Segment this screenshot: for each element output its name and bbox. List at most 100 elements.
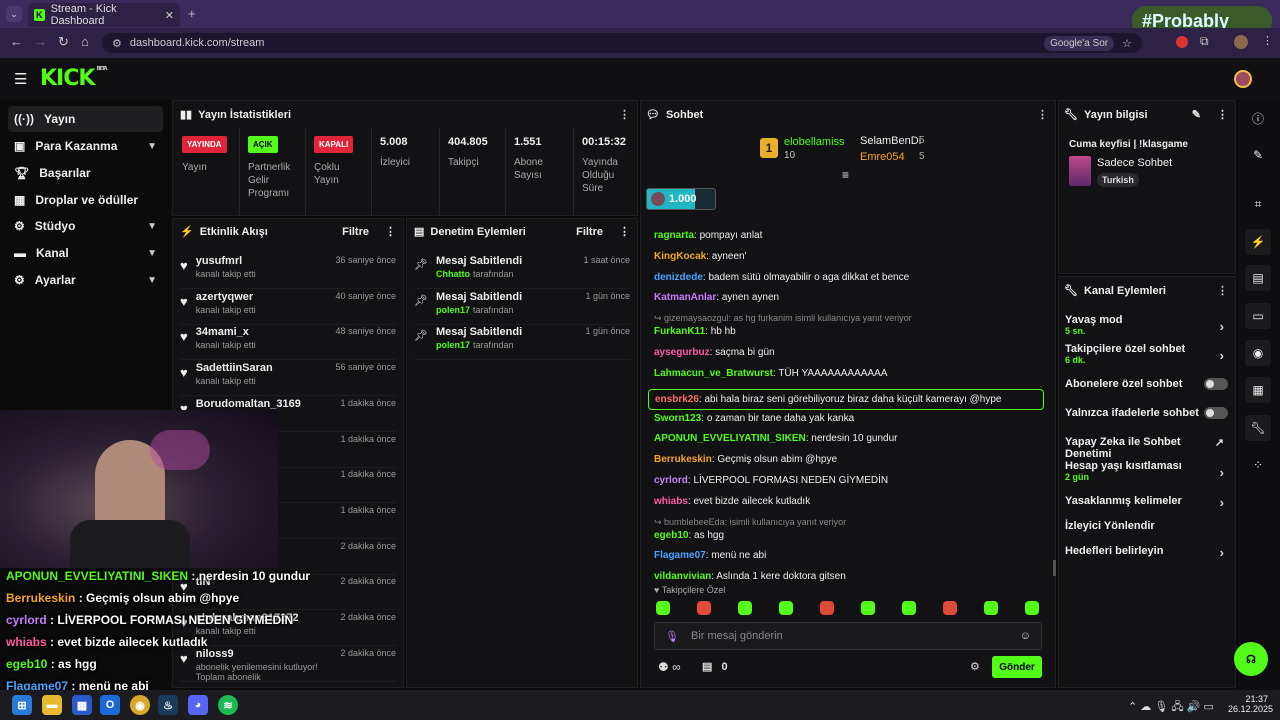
chat-username[interactable]: vildanvivian (654, 571, 711, 582)
mod-user[interactable]: polen17 (436, 340, 470, 350)
chat-username[interactable]: whiabs (654, 496, 688, 507)
bookmark-star-icon[interactable]: ☆ (1122, 37, 1132, 50)
store-icon[interactable]: ▦ (72, 695, 92, 715)
stream-info-menu-icon[interactable]: ⋮ (1217, 108, 1228, 121)
browser-menu-icon[interactable]: ⋮ (1262, 34, 1273, 47)
stats-menu-icon[interactable]: ⋮ (619, 108, 630, 121)
chat-username[interactable]: aysegurbuz (654, 347, 710, 358)
event-user[interactable]: Borudomaltan_3169 (196, 398, 333, 410)
ask-google-button[interactable]: Google'a Sor (1044, 35, 1115, 51)
channel-action-item[interactable]: Yalnızca ifadelerle sohbet (1065, 407, 1230, 419)
spotify-icon[interactable]: ≋ (218, 695, 238, 715)
channel-action-item[interactable]: Abonelere özel sohbet (1065, 378, 1230, 390)
chat-username[interactable]: APONUN_EVVELIYATINI_SIKEN (654, 433, 806, 444)
sidebar-item-basarilar[interactable]: 🏆︎ Başarılar (8, 160, 163, 186)
reload-icon[interactable]: ↻ (58, 34, 69, 50)
pencil-icon[interactable]: ✎ (1245, 142, 1271, 168)
home-icon[interactable]: ⌂ (81, 34, 89, 49)
event-user[interactable]: SadettiinSaran (196, 362, 328, 374)
lightning-icon[interactable]: ⚡ (1245, 229, 1271, 255)
channel-action-item[interactable]: Hesap yaşı kısıtlaması 2 gün › (1065, 460, 1230, 482)
widgets-icon[interactable]: ⁘ (1245, 452, 1271, 478)
address-bar[interactable]: ⚙ dashboard.kick.com/stream Google'a Sor… (102, 33, 1142, 53)
extensions-puzzle-icon[interactable]: ⧉ (1200, 34, 1209, 49)
sidebar-item-para-kazanma[interactable]: ▣ Para Kazanma ▼ (8, 133, 163, 159)
chat-settings-icon[interactable]: ⚙ (970, 660, 980, 673)
back-icon[interactable]: ← (10, 34, 23, 49)
filter-button[interactable]: Filtre (342, 226, 369, 238)
chat-username[interactable]: cyrlord (654, 475, 688, 486)
chat-input[interactable]: 🎙︎ Bir mesaj gönderin ☺ (654, 622, 1042, 650)
emote-icon[interactable] (738, 601, 752, 615)
store-counter[interactable]: ▤ 0 (702, 660, 728, 673)
chat-username[interactable]: FurkanK11 (654, 326, 705, 337)
discord-icon[interactable]: ◕ (188, 695, 208, 715)
channel-actions-menu-icon[interactable]: ⋮ (1217, 284, 1228, 297)
chat-menu-icon[interactable]: ⋮ (1037, 108, 1048, 121)
emoji-icon[interactable]: ☺ (1020, 630, 1031, 642)
help-button[interactable]: ☊ (1234, 642, 1268, 676)
channel-action-item[interactable]: Hedefleri belirleyin › (1065, 545, 1230, 560)
event-user[interactable]: niloss9 (196, 648, 333, 660)
dashboard-icon[interactable]: ▦ (1245, 377, 1271, 403)
channel-action-item[interactable]: Yasaklanmış kelimeler › (1065, 495, 1230, 510)
sidebar-item-ayarlar[interactable]: ⚙ Ayarlar ▼ (8, 267, 163, 293)
chat-bubble-icon[interactable]: ▭ (1245, 303, 1271, 329)
moderation-menu-icon[interactable]: ⋮ (619, 225, 630, 238)
chat-username[interactable]: KatmanAnlar (654, 292, 716, 303)
category-name[interactable]: Sadece Sohbet (1097, 157, 1172, 169)
channel-action-item[interactable]: Yavaş mod 5 sn. › (1065, 314, 1230, 336)
forward-icon[interactable]: → (34, 34, 47, 49)
chat-username[interactable]: denizdede (654, 272, 703, 283)
emote-icon[interactable] (656, 601, 670, 615)
send-button[interactable]: Gönder (992, 656, 1042, 678)
scan-icon[interactable]: ⌗ (1245, 191, 1271, 217)
sidebar-item-droplar[interactable]: ▦ Droplar ve ödüller (8, 187, 163, 213)
edit-icon[interactable]: ✎ (1192, 108, 1201, 121)
clock[interactable]: 21:37 26.12.2025 (1228, 694, 1273, 714)
outlook-icon[interactable]: O (100, 695, 120, 715)
top3-name[interactable]: Emre054 (860, 151, 905, 163)
emote-icon[interactable] (902, 601, 916, 615)
mic-icon[interactable]: 🎙︎ (665, 630, 679, 643)
chat-username[interactable]: Flagame07 (654, 550, 706, 561)
mod-user[interactable]: polen17 (436, 305, 470, 315)
channel-action-item[interactable]: Yapay Zeka ile Sohbet Denetimi ↗ (1065, 436, 1230, 460)
emote-icon[interactable] (861, 601, 875, 615)
file-explorer-icon[interactable]: ▬ (42, 695, 62, 715)
chat-username[interactable]: egeb10 (654, 530, 688, 541)
event-user[interactable]: yusufmrl (196, 255, 328, 267)
activity-menu-icon[interactable]: ⋮ (385, 225, 396, 238)
kick-logo[interactable]: KICK BETA (40, 66, 108, 91)
emote-icon[interactable] (779, 601, 793, 615)
emote-icon[interactable] (697, 601, 711, 615)
profile-avatar[interactable] (1234, 35, 1248, 49)
chat-username[interactable]: Berrukeskin (654, 454, 712, 465)
chat-username[interactable]: Sworn123 (654, 413, 701, 424)
browser-tab[interactable]: K Stream - Kick Dashboard ✕ (28, 3, 180, 27)
tab-close-icon[interactable]: ✕ (165, 9, 174, 22)
toggle-switch[interactable] (1204, 407, 1228, 419)
windows-start-icon[interactable]: ⊞ (12, 695, 32, 715)
chrome-icon[interactable]: ◉ (130, 695, 150, 715)
extension-icon[interactable] (1176, 36, 1188, 48)
wrench-icon[interactable]: 🔧︎ (1245, 415, 1271, 441)
leader-name[interactable]: elobellamiss (784, 136, 845, 148)
site-info-icon[interactable]: ⚙ (112, 37, 122, 50)
sidebar-item-kanal[interactable]: ▬ Kanal ▼ (8, 240, 163, 266)
filter-button[interactable]: Filtre (576, 226, 603, 238)
info-icon[interactable]: ⓘ (1245, 105, 1271, 131)
event-user[interactable]: azertyqwer (196, 291, 328, 303)
toggle-switch[interactable] (1204, 378, 1228, 390)
tab-menu-button[interactable]: ⌄ (6, 6, 22, 22)
steam-icon[interactable]: ♨ (158, 695, 178, 715)
chat-username[interactable]: KingKocak (654, 251, 706, 262)
goal-progress[interactable]: 1.000 (646, 188, 716, 210)
system-tray[interactable]: ⌃ ☁ 🎙︎ 🖧 🔊 ▭ (1128, 698, 1214, 717)
emote-icon[interactable] (943, 601, 957, 615)
channel-action-item[interactable]: İzleyici Yönlendir (1065, 520, 1230, 532)
event-user[interactable]: 34mami_x (196, 326, 328, 338)
chat-username[interactable]: ragnarta (654, 230, 694, 241)
hamburger-menu-icon[interactable]: ☰ (14, 70, 27, 88)
user-avatar[interactable] (1234, 70, 1252, 88)
